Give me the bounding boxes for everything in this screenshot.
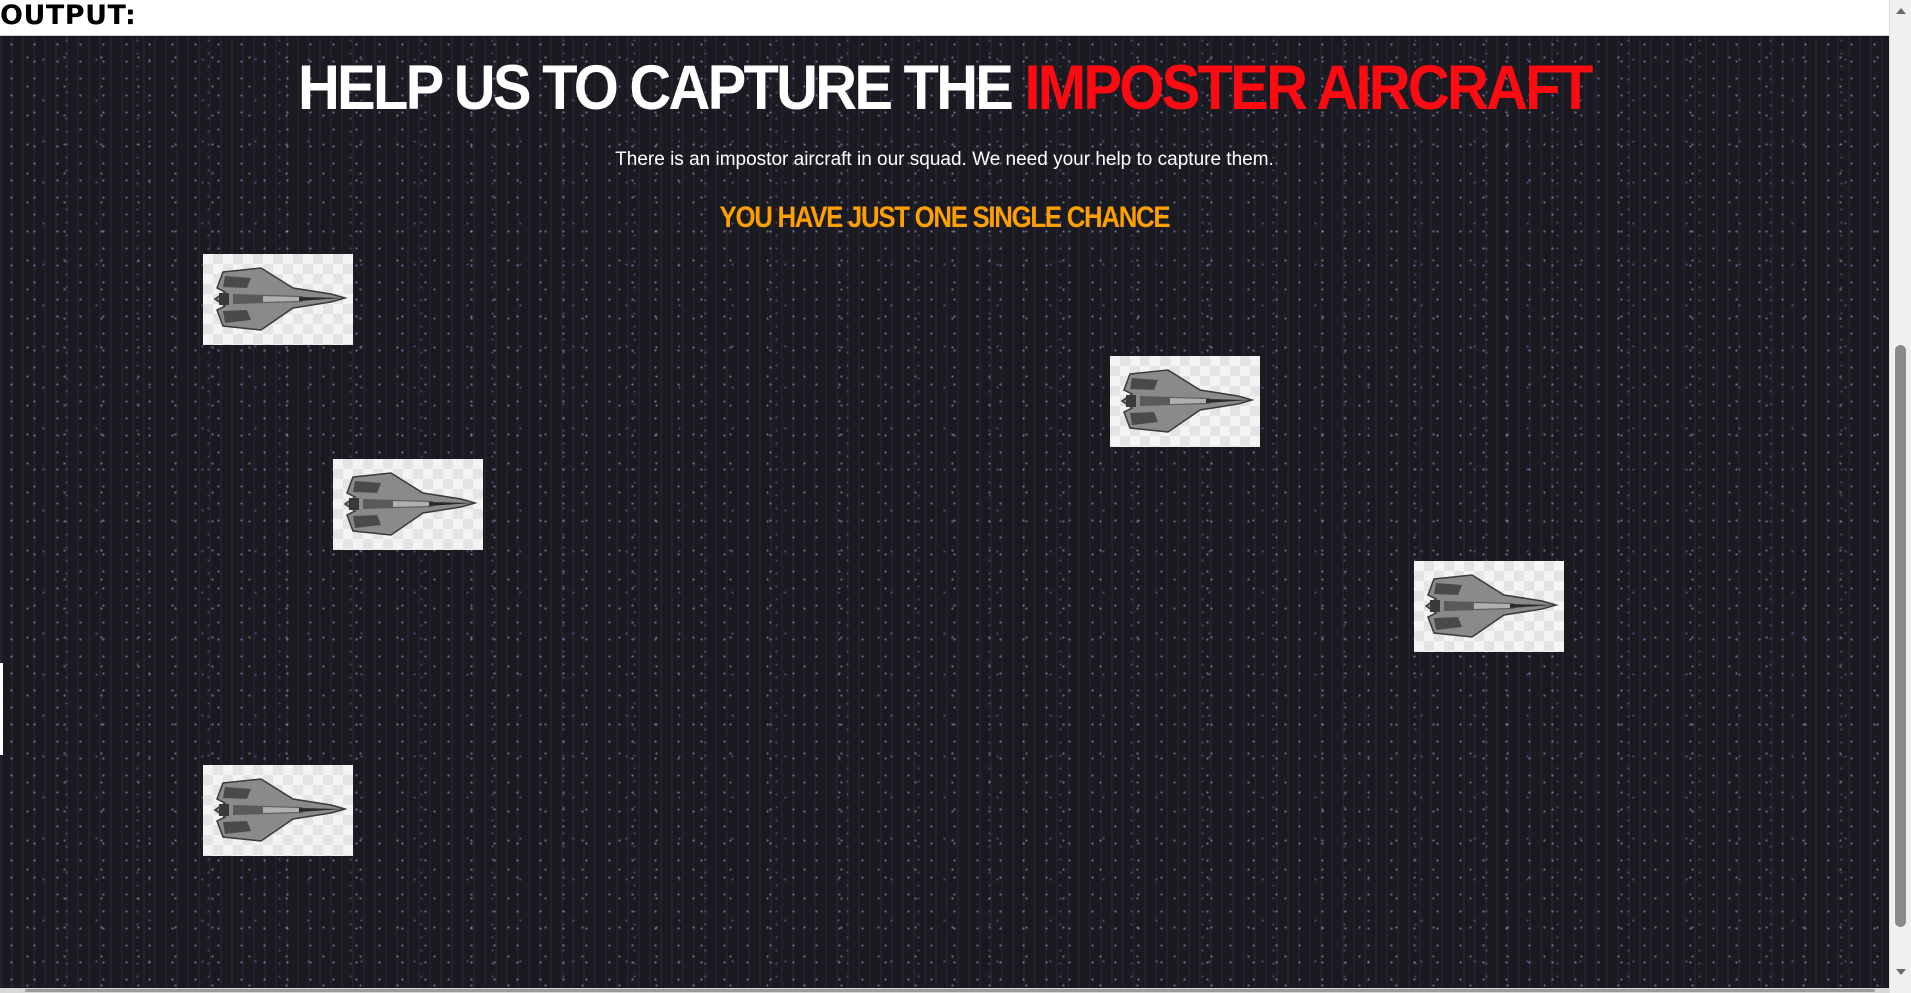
- output-label: OUTPUT:: [0, 0, 137, 31]
- scroll-up-arrow-icon[interactable]: [1896, 8, 1906, 14]
- output-header: OUTPUT:: [0, 0, 1889, 36]
- game-title-part1: HELP US TO CAPTURE THE: [297, 53, 1025, 123]
- aircraft-1[interactable]: [203, 254, 353, 345]
- aircraft-3[interactable]: [333, 459, 483, 550]
- fighter-jet-icon: [1424, 574, 1559, 638]
- fighter-jet-icon: [213, 778, 348, 842]
- chance-warning: YOU HAVE JUST ONE SINGLE CHANCE: [719, 201, 1171, 234]
- fighter-jet-icon: [343, 472, 478, 536]
- aircraft-2[interactable]: [1110, 356, 1260, 447]
- fighter-jet-icon: [1120, 369, 1255, 433]
- game-title-part2: IMPOSTER AIRCRAFT: [1024, 53, 1594, 123]
- fighter-jet-icon: [213, 267, 348, 331]
- vertical-scroll-thumb[interactable]: [1895, 345, 1906, 927]
- scroll-down-arrow-icon[interactable]: [1896, 969, 1906, 975]
- horizontal-scrollbar[interactable]: [0, 988, 1889, 993]
- aircraft-4[interactable]: [1414, 561, 1564, 652]
- game-title: HELP US TO CAPTURE THE IMPOSTER AIRCRAFT: [75, 52, 1813, 124]
- aircraft-5[interactable]: [203, 765, 353, 856]
- game-subtitle: There is an impostor aircraft in our squ…: [615, 149, 1274, 170]
- left-edge-marker: [0, 663, 3, 755]
- vertical-scrollbar[interactable]: [1889, 0, 1911, 993]
- game-area: HELP US TO CAPTURE THE IMPOSTER AIRCRAFT…: [0, 36, 1889, 988]
- horizontal-scroll-thumb[interactable]: [25, 989, 1875, 992]
